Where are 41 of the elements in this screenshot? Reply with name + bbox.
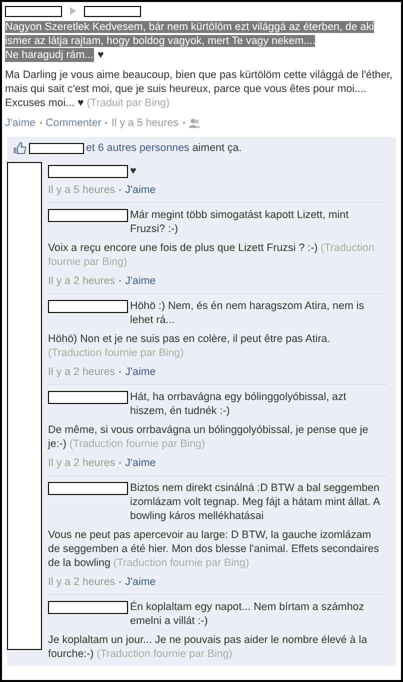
comment-text: Hát, ha orrbavágna egy bólinggolyóbissal, azt hiszem, én tudnék :-) [130, 390, 348, 418]
redaction-box [29, 142, 84, 154]
timestamp: Il y a 2 heures [48, 575, 116, 589]
redaction-box [84, 6, 141, 16]
timestamp: Il y a 2 heures [48, 456, 116, 470]
translation-note: (Traduction fournie par Bing) [96, 648, 232, 660]
comment-link[interactable]: Commenter [46, 116, 102, 130]
comment-translation: De même, si vous orrbavágna un bólinggolyóbissal, je pense que je je:-) (Traduction fournie par Bing) [48, 423, 370, 451]
comment-translation: Vous ne peut pas apercevoir au large: D BTW, la gauche izomlázam de seggemben a été hier. Mon dos blesse l'animal. Effets secondaires de la bowling (Traduction fournie par Bing) [48, 528, 380, 570]
heart-text: ♥ [98, 48, 104, 62]
like-link[interactable]: J'aime [125, 365, 156, 379]
redaction-box [5, 6, 62, 16]
comment-translation: Voix a reçu encore une fois de plus que Lizett Fruzsi ? :-) (Traduction fournie par Bing) [48, 241, 376, 269]
like-link[interactable]: J'aime [5, 116, 36, 130]
like-link[interactable]: J'aime [125, 575, 156, 589]
comment-translation: Höhö) Non et je ne suis pas en colère, il peut être pas Atira. (Traduction fournie par Bing) [48, 332, 332, 360]
thumbs-up-icon [13, 142, 27, 154]
post-message: Nagyon Szeretlek Kedvesem, bár nem kürtölöm ezt világgá az éterben, de aki ismer az látja rajtam, hogy boldog vagyok, mert Te vagy nekem.... [5, 20, 375, 48]
translation-note: (Traduit par Bing) [86, 97, 170, 109]
comment-text: ♥ [130, 164, 136, 178]
comment-text: Már megint több simogatást kapott Lizett, mint Fruzsi? :-) [130, 208, 350, 236]
post-translation: Ma Darling je vous aime beaucoup, bien que pas kürtölöm cette világgá de l'éther, mais qui sait c'est moi, que je suis heureux, parce que vous êtes pour moi.... Excuses moi... ♥ (Traduit par Bing) [5, 68, 394, 110]
like-link[interactable]: J'aime [125, 274, 156, 288]
likers-link[interactable]: et 6 autres personnes [86, 142, 190, 154]
post-message: Ne haragudj rám... [5, 48, 94, 62]
likes-text: et 6 autres personnes aiment ça. [86, 141, 242, 155]
comment-text: Biztos nem direkt csinálná :D BTW a bal seggemben izomlázam volt tegnap. Meg fájt a hátam mint állat. A bowling káros mellékhatásai [130, 481, 381, 523]
comment-text: Höhö :) Nem, és én nem haragszom Atira, nem is lehet rá... [130, 299, 366, 327]
timestamp: Il y a 5 heures [48, 183, 116, 197]
like-link[interactable]: J'aime [125, 456, 156, 470]
like-link[interactable]: J'aime [125, 183, 156, 197]
timestamp: Il y a 5 heures [111, 116, 179, 130]
comment-text: Én koplaltam egy napot... Nem bírtam a számhoz emelni a villát :-) [130, 600, 366, 628]
timestamp: Il y a 2 heures [48, 274, 116, 288]
translation-note: (Traduction fournie par Bing) [69, 438, 206, 450]
timestamp: Il y a 2 heures [48, 365, 116, 379]
people-icon [188, 118, 200, 128]
triangle-icon [70, 7, 76, 15]
comment-translation: Je koplaltam un jour... Je ne pouvais pas aider le nombre élevé à la fourche:-) (Traduction fournie par Bing) [48, 633, 368, 661]
translation-note: (Traduction fournie par Bing) [48, 347, 184, 359]
translation-note: (Traduction fournie par Bing) [113, 557, 249, 569]
